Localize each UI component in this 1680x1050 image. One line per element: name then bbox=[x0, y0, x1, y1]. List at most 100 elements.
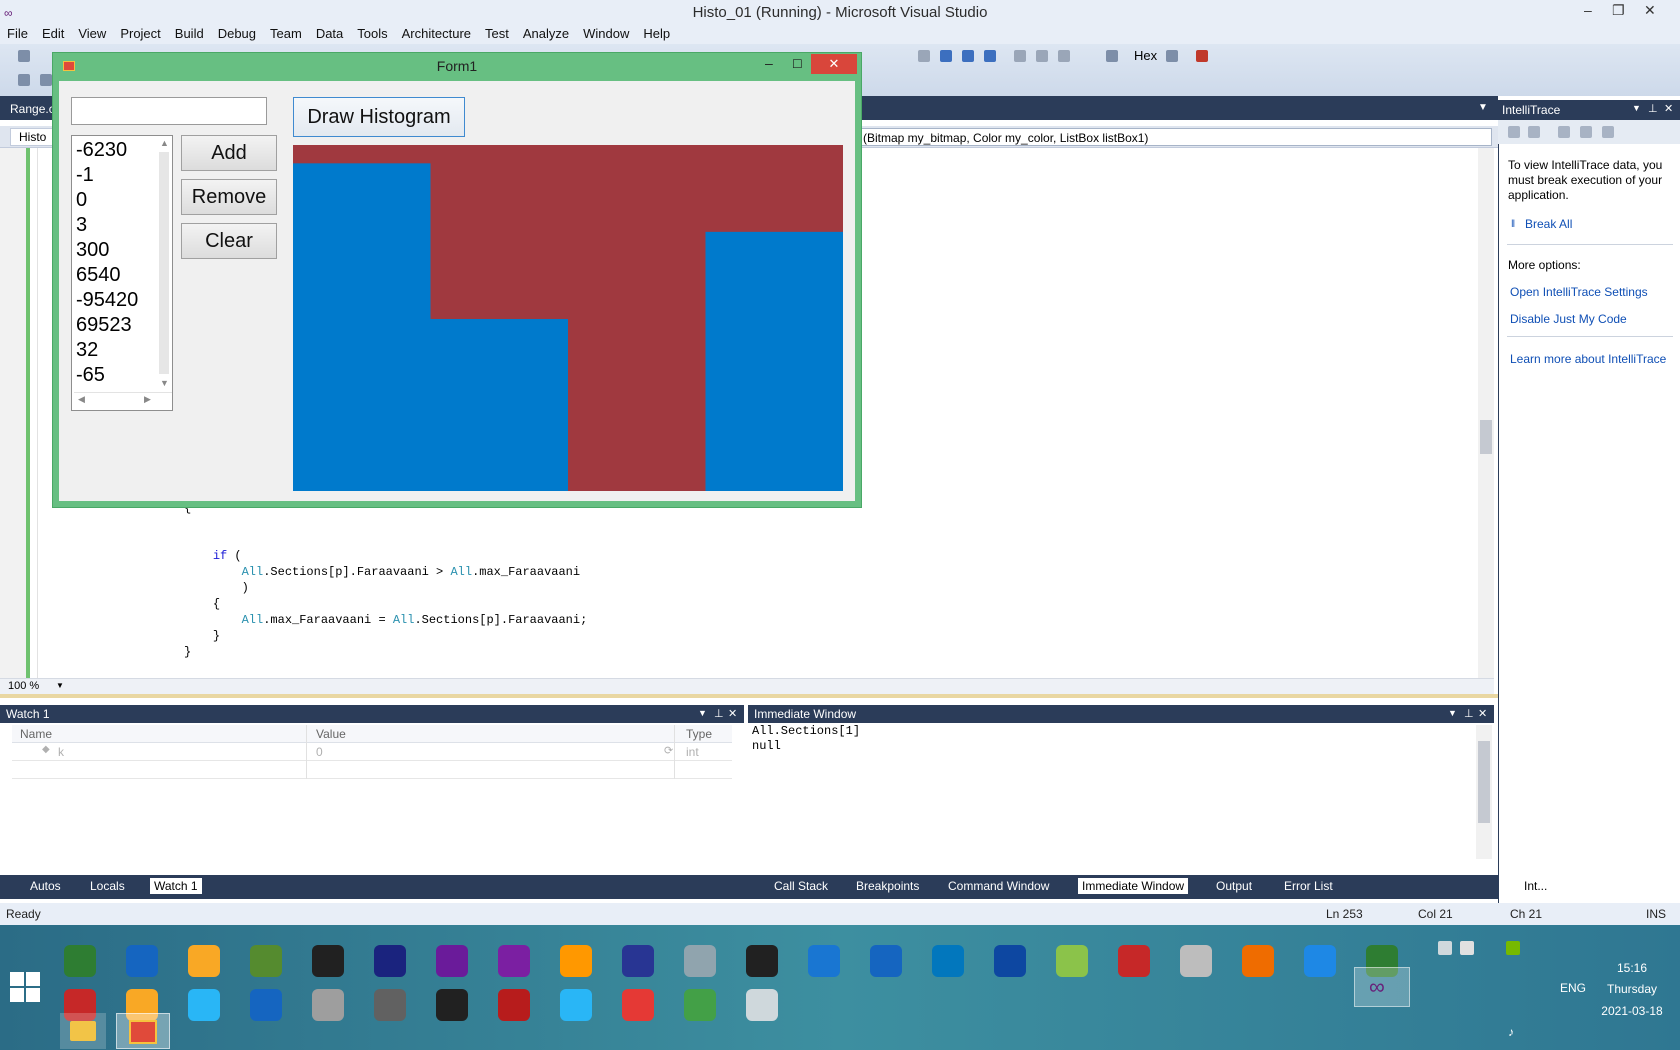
values-listbox[interactable]: -6230 -1 0 3 300 6540 -95420 69523 32 -65 ▲ ▼ ◀ ▶ bbox=[71, 135, 173, 411]
taskbar-vs-button[interactable]: ∞ bbox=[1354, 967, 1410, 1007]
add-button[interactable]: Add bbox=[181, 135, 277, 171]
video-recorder-icon[interactable] bbox=[436, 945, 468, 977]
table-row[interactable]: ◆ k 0 ⟳ int bbox=[12, 743, 732, 761]
pinned-app-icon[interactable] bbox=[250, 989, 282, 1021]
media-icon[interactable] bbox=[684, 945, 716, 977]
list-item[interactable]: 0 bbox=[76, 188, 87, 213]
menu-file[interactable]: File bbox=[0, 24, 35, 44]
settings-icon[interactable] bbox=[1602, 126, 1614, 138]
menu-data[interactable]: Data bbox=[309, 24, 350, 44]
list-item[interactable]: 300 bbox=[76, 238, 109, 263]
cmd-icon[interactable] bbox=[312, 945, 344, 977]
gimp-icon[interactable] bbox=[64, 945, 96, 977]
clock-date[interactable]: 2021-03-18 bbox=[1592, 1004, 1672, 1018]
close-icon[interactable]: ✕ bbox=[1644, 2, 1656, 19]
column-type[interactable]: Type bbox=[686, 727, 712, 741]
pinned-app-icon[interactable] bbox=[374, 989, 406, 1021]
close-icon[interactable]: ✕ bbox=[1664, 102, 1673, 115]
basic-android-icon[interactable] bbox=[188, 945, 220, 977]
refresh-icon[interactable]: ⟳ bbox=[664, 744, 673, 757]
clear-button[interactable]: Clear bbox=[181, 223, 277, 259]
pinned-app-icon[interactable] bbox=[560, 989, 592, 1021]
list-item[interactable]: 69523 bbox=[76, 313, 132, 338]
tab-command-window[interactable]: Command Window bbox=[948, 879, 1049, 893]
menu-build[interactable]: Build bbox=[168, 24, 211, 44]
menu-test[interactable]: Test bbox=[478, 24, 516, 44]
immediate-pane[interactable]: All.Sections[1] null bbox=[748, 723, 1494, 875]
menu-team[interactable]: Team bbox=[263, 24, 309, 44]
volume-icon[interactable]: ♪ bbox=[1508, 1025, 1514, 1039]
hex-button[interactable]: Hex bbox=[1134, 48, 1157, 63]
office-icon[interactable] bbox=[560, 945, 592, 977]
language-indicator[interactable]: ENG bbox=[1560, 981, 1586, 995]
listbox-horizontal-scrollbar[interactable]: ◀ ▶ bbox=[74, 392, 172, 408]
list-item[interactable]: 6540 bbox=[76, 263, 121, 288]
notepad-plus-icon[interactable] bbox=[250, 945, 282, 977]
listbox-vertical-scrollbar[interactable]: ▲ ▼ bbox=[156, 138, 172, 392]
taskbar-explorer-button[interactable] bbox=[60, 1013, 106, 1049]
list-item[interactable]: -1 bbox=[76, 163, 94, 188]
photoshop-icon[interactable] bbox=[994, 945, 1026, 977]
tab-call-stack[interactable]: Call Stack bbox=[774, 879, 828, 893]
minimize-icon[interactable]: – bbox=[765, 55, 773, 71]
menu-window[interactable]: Window bbox=[576, 24, 636, 44]
close-button[interactable]: ✕ bbox=[811, 54, 857, 74]
new-project-icon[interactable] bbox=[18, 50, 30, 62]
scroll-thumb[interactable] bbox=[1480, 420, 1492, 454]
python-icon[interactable] bbox=[126, 945, 158, 977]
player-icon[interactable] bbox=[932, 945, 964, 977]
tray-app-icon[interactable] bbox=[1460, 941, 1474, 955]
menu-edit[interactable]: Edit bbox=[35, 24, 71, 44]
value-textbox[interactable] bbox=[71, 97, 267, 125]
menu-help[interactable]: Help bbox=[636, 24, 677, 44]
restart-icon[interactable] bbox=[984, 50, 996, 62]
chevron-up-icon[interactable]: ▲ bbox=[160, 138, 169, 148]
pinned-app-icon[interactable] bbox=[746, 989, 778, 1021]
tab-watch[interactable]: Watch 1 bbox=[150, 878, 202, 894]
table-row[interactable] bbox=[12, 761, 732, 779]
tab-histo[interactable]: Histo bbox=[10, 128, 56, 146]
list-item[interactable]: -95420 bbox=[76, 288, 138, 313]
scroll-thumb[interactable] bbox=[1478, 741, 1490, 823]
menu-tools[interactable]: Tools bbox=[350, 24, 394, 44]
zoom-level[interactable]: 100 % bbox=[8, 680, 39, 692]
pinned-app-icon[interactable] bbox=[684, 989, 716, 1021]
list-item[interactable]: -65 bbox=[76, 363, 105, 388]
paint-icon[interactable] bbox=[1242, 945, 1274, 977]
refresh-icon[interactable] bbox=[1580, 126, 1592, 138]
word-pad-icon[interactable] bbox=[1304, 945, 1336, 977]
tab-error-list[interactable]: Error List bbox=[1284, 879, 1333, 893]
tab-team-explorer[interactable]: Tea... bbox=[1634, 879, 1663, 893]
pinned-app-icon[interactable] bbox=[498, 989, 530, 1021]
video-player-icon[interactable] bbox=[498, 945, 530, 977]
solution-explorer-icon[interactable] bbox=[40, 74, 52, 86]
menu-view[interactable]: View bbox=[71, 24, 113, 44]
disable-jmc-link[interactable]: Disable Just My Code bbox=[1510, 312, 1627, 326]
break-all-icon[interactable] bbox=[940, 50, 952, 62]
pin-icon[interactable]: ⊥ bbox=[1464, 707, 1474, 720]
chevron-right-icon[interactable]: ▶ bbox=[144, 394, 151, 405]
clock-time[interactable]: 15:16 bbox=[1592, 961, 1672, 975]
tab-solution-explorer[interactable]: Sol... bbox=[1578, 879, 1605, 893]
tab-breakpoints[interactable]: Breakpoints bbox=[856, 879, 919, 893]
chrome-alt-icon[interactable] bbox=[1180, 945, 1212, 977]
menu-debug[interactable]: Debug bbox=[211, 24, 263, 44]
step-out-icon[interactable] bbox=[1058, 50, 1070, 62]
tab-dropdown-icon[interactable]: ▼ bbox=[1478, 102, 1488, 113]
solution-icon[interactable] bbox=[18, 74, 30, 86]
immediate-scrollbar[interactable] bbox=[1476, 725, 1492, 859]
pinned-app-icon[interactable] bbox=[188, 989, 220, 1021]
clock-day[interactable]: Thursday bbox=[1592, 982, 1672, 996]
network-icon[interactable] bbox=[1438, 941, 1452, 955]
chevron-down-icon[interactable]: ▼ bbox=[160, 378, 169, 388]
maximize-icon[interactable]: ☐ bbox=[792, 57, 803, 71]
dropdown-icon[interactable]: ▼ bbox=[1448, 708, 1457, 718]
pinned-app-icon[interactable] bbox=[622, 989, 654, 1021]
step-into-icon[interactable] bbox=[1014, 50, 1026, 62]
list-icon[interactable] bbox=[1508, 126, 1520, 138]
chevron-left-icon[interactable]: ◀ bbox=[78, 394, 85, 405]
windows-start-icon[interactable] bbox=[10, 972, 40, 1002]
group-icon[interactable] bbox=[1528, 126, 1540, 138]
menu-analyze[interactable]: Analyze bbox=[516, 24, 576, 44]
dropdown-icon[interactable]: ▼ bbox=[1632, 103, 1641, 113]
